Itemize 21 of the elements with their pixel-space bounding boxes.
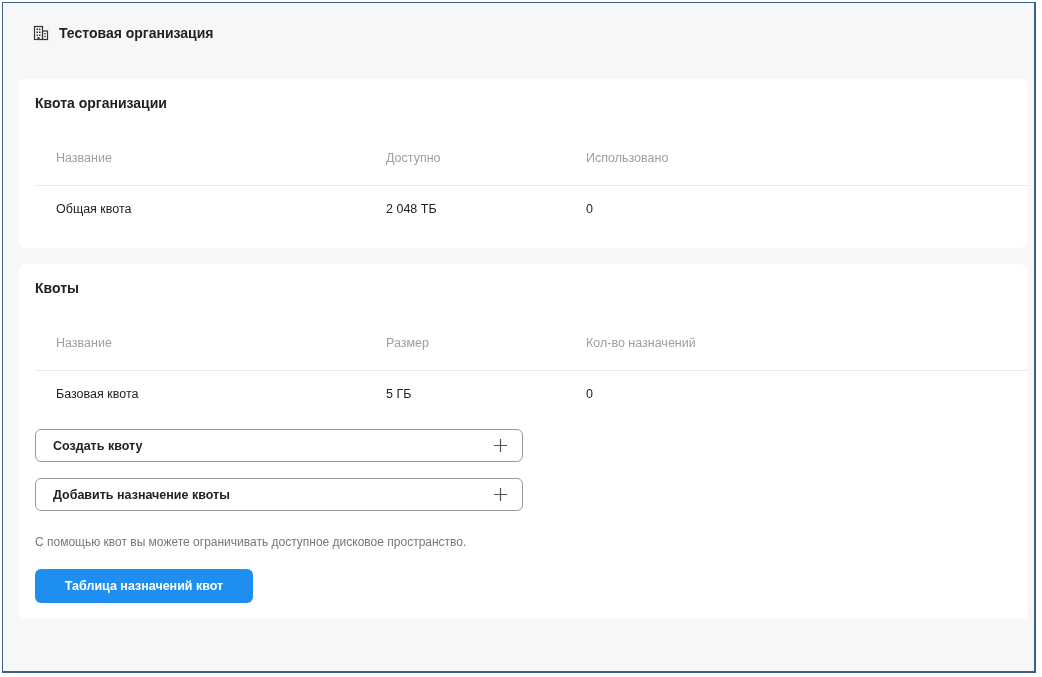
plus-icon (493, 487, 508, 502)
page-title: Тестовая организация (59, 25, 214, 41)
table-cell-text: 5 ГБ (385, 387, 413, 401)
building-icon (33, 25, 49, 41)
table-cell-text: 0 (585, 202, 594, 216)
column-header: Использовано (585, 150, 670, 165)
hint-text: С помощью квот вы можете ограничивать доступное дисковое пространство. (35, 535, 468, 549)
column-header: Название (55, 150, 113, 165)
table-cell-text: 2 048 ТБ (385, 202, 438, 216)
action-button[interactable]: Добавить назначение квоты (35, 478, 523, 511)
action-button[interactable]: Создать квоту (35, 429, 523, 462)
table-cell-text: 0 (585, 387, 594, 401)
column-header: Название (55, 335, 113, 350)
plus-icon (493, 438, 508, 453)
table-cell-text: Базовая квота (55, 387, 140, 401)
table-cell-text: Общая квота (55, 202, 133, 216)
section-title: Квоты (35, 280, 80, 298)
column-header: Кол-во назначений (585, 335, 697, 350)
column-header: Доступно (385, 150, 442, 165)
column-header: Размер (385, 335, 430, 350)
section-title: Квота организации (35, 95, 168, 113)
